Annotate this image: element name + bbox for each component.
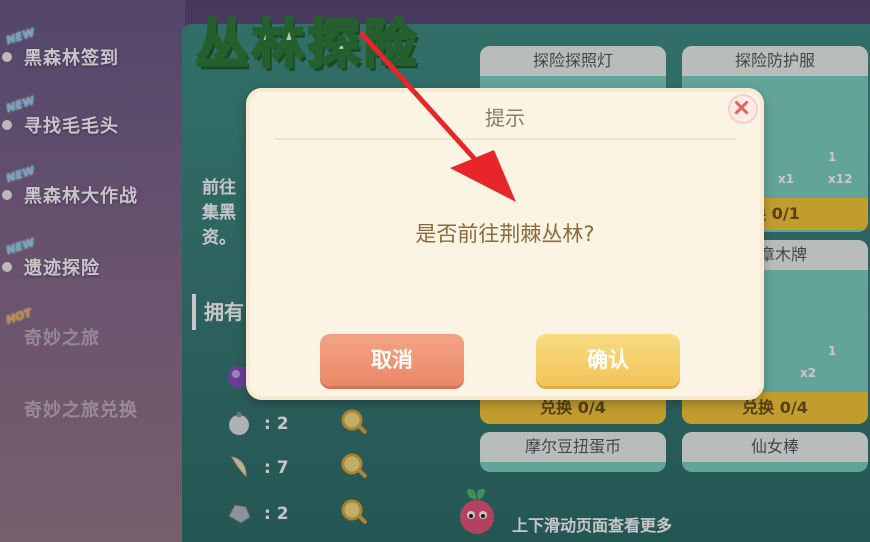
annotation-arrow-icon <box>359 31 516 202</box>
